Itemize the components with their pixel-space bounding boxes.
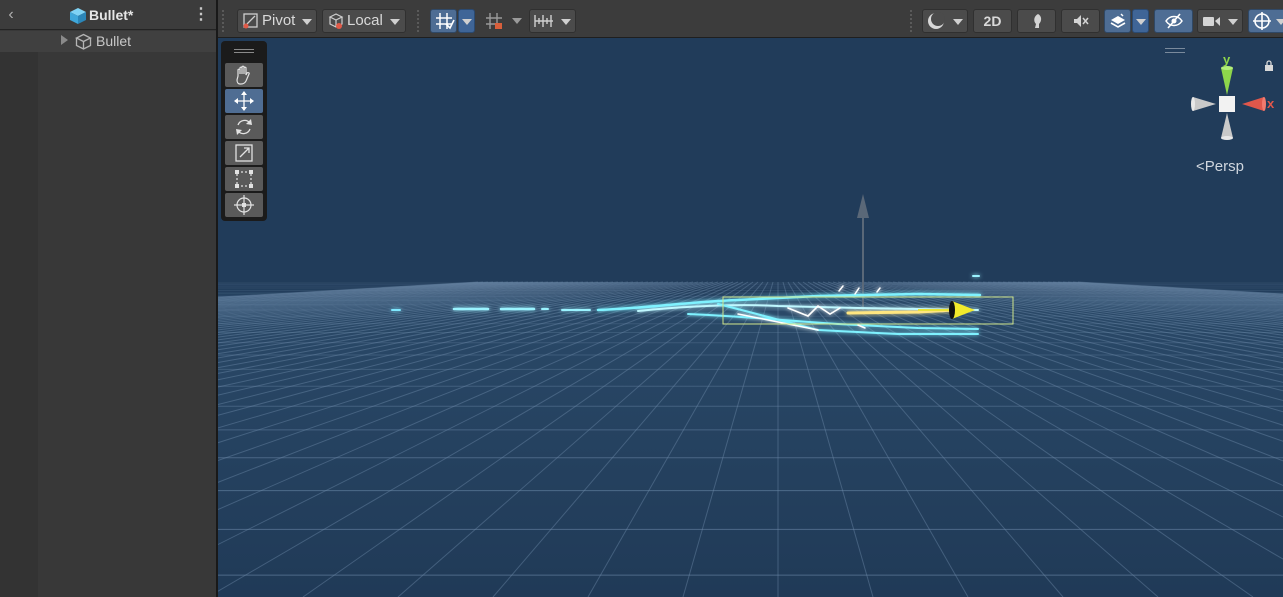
chevron-down-icon [462,19,472,25]
toolbar-grip[interactable] [222,10,226,32]
chevron-down-icon [390,19,400,25]
prefab-cube-icon [70,8,86,24]
hierarchy-item-label: Bullet [96,33,132,49]
effects-dropdown[interactable] [1132,9,1149,33]
hand-icon [236,65,250,85]
scene-camera-dropdown[interactable] [1197,9,1243,33]
scene-view[interactable] [218,0,1283,597]
prefab-title: Bullet* [89,7,134,23]
local-space-icon [328,13,344,29]
kebab-menu-icon[interactable]: ⋮ [193,6,209,24]
rotate-tool[interactable] [225,115,263,139]
scene-viewport[interactable] [218,38,1283,597]
effects-icon [1110,13,1125,28]
increment-snap-dropdown[interactable] [529,9,576,33]
projection-label: Persp [1204,158,1244,175]
tool-palette-grip[interactable] [234,49,254,53]
transform-icon [234,195,254,215]
pivot-icon [243,13,258,29]
lock-icon[interactable] [1263,60,1275,72]
draw-mode-dropdown[interactable] [922,9,968,33]
grid-snap-icon [436,13,455,30]
rect-transform-icon [235,170,253,188]
lighting-toggle[interactable] [1017,9,1056,33]
pivot-label: Pivot [262,12,296,29]
move-icon [234,91,254,111]
gizmo-axis-neg-x[interactable] [1191,97,1216,111]
chevron-down-icon[interactable] [512,18,522,24]
projection-toggle[interactable]: <Persp [1196,158,1244,175]
gizmo-axis-x-label: x [1267,96,1275,111]
hand-tool[interactable] [225,63,263,87]
chevron-down-icon [1136,19,1146,25]
chevron-down-icon [1228,19,1238,25]
mode-2d-toggle[interactable]: 2D [973,9,1012,33]
chevron-down-icon [302,19,312,25]
gizmo-axis-neg-y[interactable] [1221,113,1233,140]
hierarchy-gutter [0,51,38,597]
overlay-menu-grip[interactable] [1165,48,1185,53]
audio-toggle[interactable] [1061,9,1100,33]
audio-mute-icon [1073,15,1089,27]
chevron-down-icon [561,19,571,25]
scale-icon [235,144,253,162]
rotate-icon [236,119,252,135]
gameobject-cube-icon [75,33,92,50]
grid-snap-toggle[interactable] [430,9,457,33]
lighting-icon [1033,14,1041,28]
transform-tool[interactable] [225,193,263,217]
shading-mode-icon [928,12,945,29]
hierarchy-header: ‹ Bullet* ⋮ [0,0,216,30]
pivot-dropdown[interactable]: Pivot [237,9,317,33]
local-dropdown[interactable]: Local [322,9,406,33]
chevron-down-icon [1276,19,1283,25]
increment-snap-icon [534,15,553,27]
toolbar-grip[interactable] [417,10,421,32]
gizmo-axis-y-label: y [1223,52,1231,67]
hierarchy-panel: ‹ Bullet* ⋮ Bullet [0,0,216,597]
effects-toggle[interactable] [1104,9,1131,33]
grid-visibility-icon [486,13,502,29]
chevron-down-icon [953,19,963,25]
hidden-objects-icon [1164,13,1183,29]
local-label: Local [347,12,383,29]
toolbar-grip[interactable] [910,10,914,32]
mode-2d-label: 2D [983,13,1002,29]
hidden-objects-toggle[interactable] [1154,9,1193,33]
gizmos-dropdown[interactable] [1248,9,1283,33]
expand-arrow-icon[interactable] [61,35,68,45]
gizmos-icon [1253,12,1271,30]
tool-palette [221,41,267,221]
gizmo-center-cube[interactable] [1219,96,1235,112]
chevron-left-icon[interactable]: ‹ [4,6,18,24]
hierarchy-item[interactable]: Bullet [0,31,216,52]
gizmo-axis-x[interactable] [1242,97,1266,111]
chevron-left-icon: < [1196,158,1205,175]
scale-tool[interactable] [225,141,263,165]
gizmo-axis-y[interactable] [1221,66,1233,95]
scene-toolbar: Pivot Local 2D [218,0,1283,38]
scene-camera-icon [1203,17,1220,26]
grid-snap-dropdown[interactable] [458,9,475,33]
rect-tool[interactable] [225,167,263,191]
grid-visibility-toggle[interactable] [480,9,507,33]
move-tool[interactable] [225,89,263,113]
